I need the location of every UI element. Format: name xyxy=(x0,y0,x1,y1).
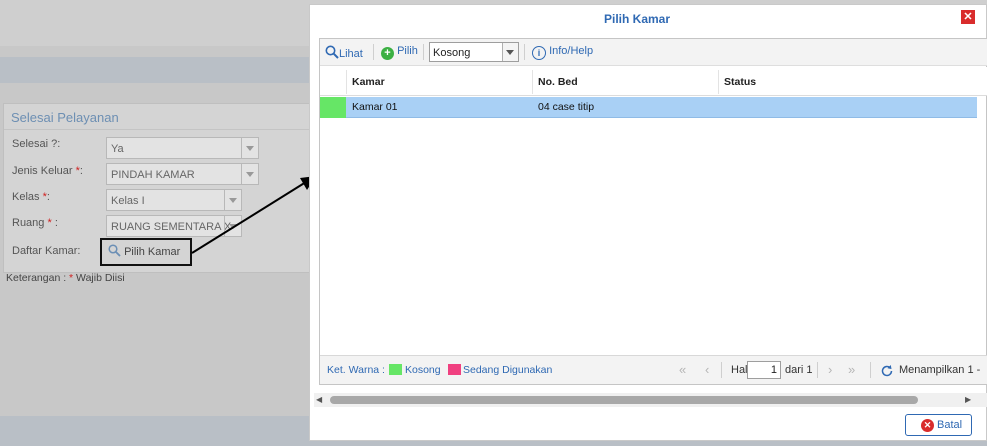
chevron-down-icon[interactable] xyxy=(502,43,518,61)
column-header-no-bed[interactable]: No. Bed xyxy=(538,76,578,88)
column-header-kamar[interactable]: Kamar xyxy=(352,76,385,88)
pager-separator xyxy=(870,362,871,378)
first-page-icon[interactable]: « xyxy=(679,362,686,377)
display-count: Menampilkan 1 - xyxy=(899,364,981,376)
column-divider xyxy=(532,70,533,94)
lihat-button[interactable]: Lihat xyxy=(325,45,363,62)
scroll-left-icon[interactable]: ◀ xyxy=(316,395,322,404)
dialog-title: Pilih Kamar xyxy=(603,12,671,26)
legend-kosong: Kosong xyxy=(405,364,441,376)
column-header-status[interactable]: Status xyxy=(724,76,756,88)
row-status-color xyxy=(320,97,346,118)
column-divider xyxy=(346,70,347,94)
pilih-button[interactable]: + Pilih xyxy=(381,45,418,60)
close-icon[interactable]: ✕ xyxy=(961,10,975,24)
cell-kamar: Kamar 01 xyxy=(352,101,398,113)
batal-button[interactable]: ✕ Batal xyxy=(905,414,972,436)
cancel-icon: ✕ xyxy=(921,419,934,432)
legend-label: Ket. Warna : xyxy=(327,364,385,376)
legend-swatch-kosong xyxy=(389,364,402,375)
grid-header xyxy=(320,67,987,96)
info-help-button[interactable]: i Info/Help xyxy=(532,45,593,60)
next-page-icon[interactable]: › xyxy=(828,362,832,377)
scrollbar-thumb[interactable] xyxy=(330,396,918,404)
status-filter-select[interactable]: Kosong xyxy=(429,42,519,62)
refresh-icon[interactable] xyxy=(880,364,894,381)
prev-page-icon[interactable]: ‹ xyxy=(705,362,709,377)
last-page-icon[interactable]: » xyxy=(848,362,855,377)
toolbar-separator xyxy=(373,44,374,60)
pager-separator xyxy=(817,362,818,378)
info-icon: i xyxy=(532,46,546,60)
cell-no-bed: 04 case titip xyxy=(538,101,595,113)
toolbar-separator xyxy=(524,44,525,60)
toolbar-separator xyxy=(423,44,424,60)
table-row[interactable] xyxy=(320,97,977,118)
search-icon xyxy=(325,45,339,62)
legend-sedang-digunakan: Sedang Digunakan xyxy=(463,364,553,376)
scroll-right-icon[interactable]: ▶ xyxy=(965,395,971,404)
add-icon: + xyxy=(381,47,394,60)
pager-separator xyxy=(721,362,722,378)
page-label: Hal xyxy=(731,364,748,376)
legend-swatch-digunakan xyxy=(448,364,461,375)
grid-toolbar xyxy=(320,39,987,66)
page-of-label: dari 1 xyxy=(785,364,813,376)
page-input[interactable]: 1 xyxy=(747,361,781,379)
column-divider xyxy=(718,70,719,94)
